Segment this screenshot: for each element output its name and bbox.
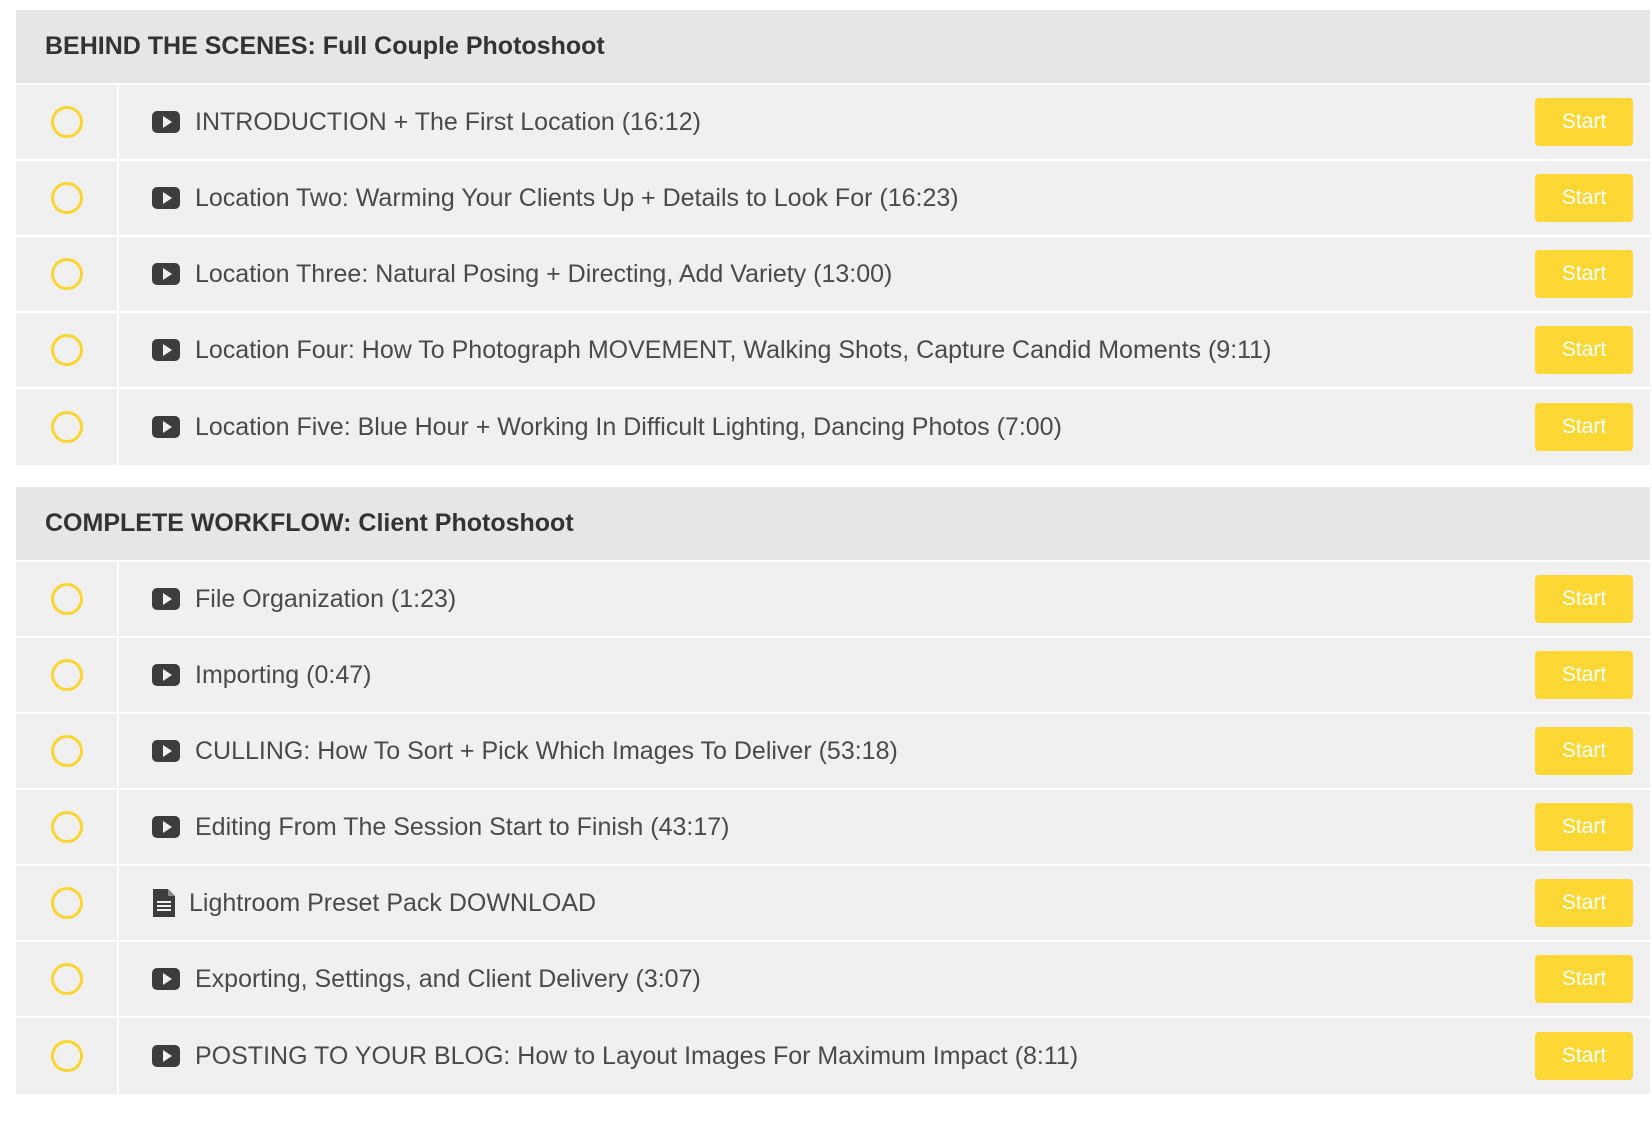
completion-status-cell bbox=[16, 790, 119, 864]
lesson-row[interactable]: File Organization (1:23) Start bbox=[16, 562, 1650, 638]
completion-circle-icon[interactable] bbox=[50, 659, 83, 691]
lesson-title-cell[interactable]: Location Two: Warming Your Clients Up + … bbox=[119, 184, 1535, 213]
lesson-row[interactable]: Editing From The Session Start to Finish… bbox=[16, 790, 1650, 866]
completion-circle-icon[interactable] bbox=[50, 963, 83, 995]
video-play-icon bbox=[151, 737, 181, 765]
lesson-row[interactable]: Exporting, Settings, and Client Delivery… bbox=[16, 942, 1650, 1018]
completion-status-cell bbox=[16, 237, 119, 311]
lesson-title[interactable]: Location Three: Natural Posing + Directi… bbox=[195, 260, 892, 289]
video-play-icon bbox=[151, 260, 181, 288]
lesson-title-cell[interactable]: CULLING: How To Sort + Pick Which Images… bbox=[119, 737, 1535, 766]
document-icon bbox=[151, 889, 177, 917]
lesson-row[interactable]: CULLING: How To Sort + Pick Which Images… bbox=[16, 714, 1650, 790]
completion-circle-icon[interactable] bbox=[50, 411, 83, 443]
start-button[interactable]: Start bbox=[1535, 250, 1633, 298]
lesson-title[interactable]: Editing From The Session Start to Finish… bbox=[195, 813, 730, 842]
video-play-icon bbox=[151, 661, 181, 689]
video-play-icon bbox=[151, 336, 181, 364]
lesson-row[interactable]: Location Three: Natural Posing + Directi… bbox=[16, 237, 1650, 313]
section-title: BEHIND THE SCENES: Full Couple Photoshoo… bbox=[16, 10, 1650, 85]
lesson-title-cell[interactable]: Lightroom Preset Pack DOWNLOAD bbox=[119, 889, 1535, 918]
section-title: COMPLETE WORKFLOW: Client Photoshoot bbox=[16, 487, 1650, 562]
lesson-title[interactable]: Lightroom Preset Pack DOWNLOAD bbox=[189, 889, 596, 918]
lesson-title-cell[interactable]: File Organization (1:23) bbox=[119, 585, 1535, 614]
start-button[interactable]: Start bbox=[1535, 1032, 1633, 1080]
lesson-row[interactable]: Importing (0:47) Start bbox=[16, 638, 1650, 714]
completion-circle-icon[interactable] bbox=[50, 1040, 83, 1072]
lesson-title-cell[interactable]: INTRODUCTION + The First Location (16:12… bbox=[119, 108, 1535, 137]
start-button[interactable]: Start bbox=[1535, 955, 1633, 1003]
completion-circle-icon[interactable] bbox=[50, 811, 83, 843]
lesson-title-cell[interactable]: Exporting, Settings, and Client Delivery… bbox=[119, 965, 1535, 994]
video-play-icon bbox=[151, 1042, 181, 1070]
completion-circle-icon[interactable] bbox=[50, 334, 83, 366]
lesson-row[interactable]: Location Two: Warming Your Clients Up + … bbox=[16, 161, 1650, 237]
start-button[interactable]: Start bbox=[1535, 575, 1633, 623]
video-play-icon bbox=[151, 965, 181, 993]
lesson-title-cell[interactable]: Location Four: How To Photograph MOVEMEN… bbox=[119, 336, 1535, 365]
completion-circle-icon[interactable] bbox=[50, 106, 83, 138]
lesson-title[interactable]: POSTING TO YOUR BLOG: How to Layout Imag… bbox=[195, 1042, 1078, 1071]
lesson-row[interactable]: Lightroom Preset Pack DOWNLOAD Start bbox=[16, 866, 1650, 942]
video-play-icon bbox=[151, 585, 181, 613]
lesson-title[interactable]: Importing (0:47) bbox=[195, 661, 371, 690]
completion-status-cell bbox=[16, 638, 119, 712]
lesson-title-cell[interactable]: Location Three: Natural Posing + Directi… bbox=[119, 260, 1535, 289]
video-play-icon bbox=[151, 108, 181, 136]
video-play-icon bbox=[151, 184, 181, 212]
start-button[interactable]: Start bbox=[1535, 803, 1633, 851]
completion-status-cell bbox=[16, 389, 119, 465]
start-button[interactable]: Start bbox=[1535, 727, 1633, 775]
start-button[interactable]: Start bbox=[1535, 98, 1633, 146]
completion-circle-icon[interactable] bbox=[50, 735, 83, 767]
video-play-icon bbox=[151, 413, 181, 441]
lesson-title[interactable]: CULLING: How To Sort + Pick Which Images… bbox=[195, 737, 898, 766]
completion-status-cell bbox=[16, 714, 119, 788]
course-curriculum: BEHIND THE SCENES: Full Couple Photoshoo… bbox=[16, 10, 1650, 1116]
course-section: COMPLETE WORKFLOW: Client Photoshoot File… bbox=[16, 487, 1650, 1094]
lesson-title[interactable]: Exporting, Settings, and Client Delivery… bbox=[195, 965, 701, 994]
start-button[interactable]: Start bbox=[1535, 326, 1633, 374]
lesson-title[interactable]: Location Five: Blue Hour + Working In Di… bbox=[195, 413, 1062, 442]
lesson-row[interactable]: INTRODUCTION + The First Location (16:12… bbox=[16, 85, 1650, 161]
start-button[interactable]: Start bbox=[1535, 651, 1633, 699]
lesson-title[interactable]: File Organization (1:23) bbox=[195, 585, 456, 614]
lesson-title[interactable]: INTRODUCTION + The First Location (16:12… bbox=[195, 108, 701, 137]
start-button[interactable]: Start bbox=[1535, 403, 1633, 451]
start-button[interactable]: Start bbox=[1535, 174, 1633, 222]
lesson-title-cell[interactable]: POSTING TO YOUR BLOG: How to Layout Imag… bbox=[119, 1042, 1535, 1071]
completion-status-cell bbox=[16, 85, 119, 159]
completion-status-cell bbox=[16, 942, 119, 1016]
lesson-row[interactable]: POSTING TO YOUR BLOG: How to Layout Imag… bbox=[16, 1018, 1650, 1094]
completion-status-cell bbox=[16, 313, 119, 387]
completion-status-cell bbox=[16, 1018, 119, 1094]
lesson-row[interactable]: Location Five: Blue Hour + Working In Di… bbox=[16, 389, 1650, 465]
completion-circle-icon[interactable] bbox=[50, 182, 83, 214]
lesson-title-cell[interactable]: Editing From The Session Start to Finish… bbox=[119, 813, 1535, 842]
lesson-title[interactable]: Location Four: How To Photograph MOVEMEN… bbox=[195, 336, 1271, 365]
completion-circle-icon[interactable] bbox=[50, 887, 83, 919]
lesson-title-cell[interactable]: Importing (0:47) bbox=[119, 661, 1535, 690]
video-play-icon bbox=[151, 813, 181, 841]
completion-status-cell bbox=[16, 866, 119, 940]
completion-status-cell bbox=[16, 562, 119, 636]
lesson-row[interactable]: Location Four: How To Photograph MOVEMEN… bbox=[16, 313, 1650, 389]
course-section: BEHIND THE SCENES: Full Couple Photoshoo… bbox=[16, 10, 1650, 465]
start-button[interactable]: Start bbox=[1535, 879, 1633, 927]
completion-circle-icon[interactable] bbox=[50, 258, 83, 290]
completion-circle-icon[interactable] bbox=[50, 583, 83, 615]
lesson-title[interactable]: Location Two: Warming Your Clients Up + … bbox=[195, 184, 959, 213]
lesson-title-cell[interactable]: Location Five: Blue Hour + Working In Di… bbox=[119, 413, 1535, 442]
completion-status-cell bbox=[16, 161, 119, 235]
